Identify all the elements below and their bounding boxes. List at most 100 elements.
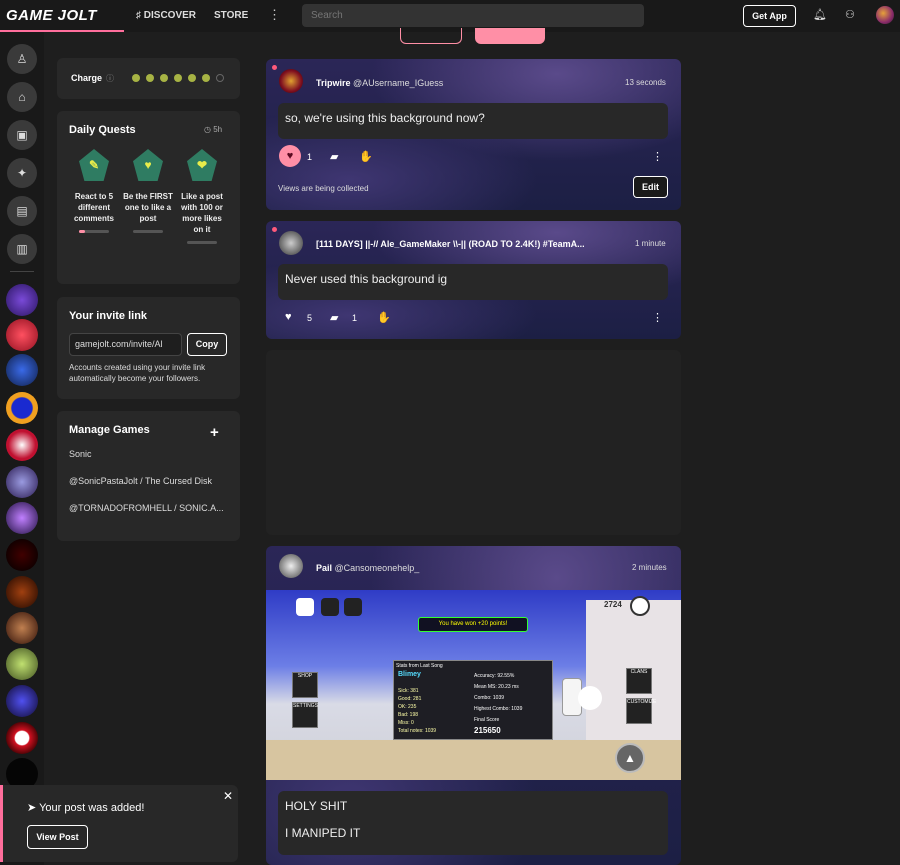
community-avatar[interactable] bbox=[6, 354, 38, 386]
get-app-button[interactable]: Get App bbox=[743, 5, 796, 27]
post-author-handle: @Cansomeonehelp_ bbox=[334, 563, 420, 573]
quest-progress-fill bbox=[79, 230, 85, 233]
backpack-icon[interactable]: ▣ bbox=[7, 120, 37, 150]
quest-item[interactable]: ✎ React to 5 different comments bbox=[69, 149, 119, 233]
close-icon[interactable]: ✕ bbox=[223, 789, 233, 803]
like-heart-icon[interactable]: ♥ bbox=[279, 145, 301, 167]
quest-heart-icon: ♥ bbox=[133, 149, 163, 181]
community-avatar[interactable] bbox=[6, 466, 38, 498]
quests-icon[interactable]: ✦ bbox=[7, 158, 37, 188]
search-input[interactable] bbox=[302, 4, 644, 27]
post-more-icon[interactable]: ⋮ bbox=[652, 150, 663, 163]
invite-link-field[interactable]: gamejolt.com/invite/Al bbox=[69, 333, 182, 356]
nav-store[interactable]: STORE bbox=[214, 10, 248, 21]
community-avatar[interactable] bbox=[6, 612, 38, 644]
like-heart-icon[interactable]: ♥ bbox=[285, 311, 292, 323]
quest-comment-icon: ✎ bbox=[79, 149, 109, 181]
tab-for-you[interactable] bbox=[400, 28, 462, 44]
copy-button[interactable]: Copy bbox=[187, 333, 227, 356]
shop-button: SHOP bbox=[292, 672, 318, 698]
jump-icon: ▲ bbox=[615, 743, 645, 773]
friends-icon[interactable]: ⚇ bbox=[845, 8, 855, 21]
feed-post[interactable]: Tripwire @AUsername_IGuess 13 seconds so… bbox=[266, 59, 681, 210]
post-avatar[interactable] bbox=[279, 554, 303, 578]
post-author-handle: @AUsername_IGuess bbox=[353, 78, 444, 88]
community-avatar[interactable] bbox=[6, 392, 38, 424]
feed-post[interactable]: [111 DAYS] ||-// Ale_GameMaker \\-|| (RO… bbox=[266, 221, 681, 339]
post-avatar[interactable] bbox=[279, 69, 303, 93]
character-prop bbox=[578, 686, 602, 710]
community-avatar[interactable] bbox=[6, 722, 38, 754]
post-body: so, we're using this background now? bbox=[278, 103, 668, 139]
post-image[interactable]: 2724 You have won +20 points! Stats from… bbox=[266, 590, 681, 780]
post-author[interactable]: Pail @Cansomeonehelp_ bbox=[316, 563, 419, 573]
post-more-icon[interactable]: ⋮ bbox=[652, 311, 663, 324]
community-avatar[interactable] bbox=[6, 319, 38, 351]
community-avatar[interactable] bbox=[6, 539, 38, 571]
unread-dot bbox=[272, 227, 277, 232]
add-game-icon[interactable]: + bbox=[210, 424, 219, 441]
community-avatar[interactable] bbox=[6, 284, 38, 316]
post-author[interactable]: Tripwire @AUsername_IGuess bbox=[316, 78, 443, 88]
game-item[interactable]: Sonic bbox=[69, 449, 92, 459]
community-avatar[interactable] bbox=[6, 685, 38, 717]
post-placeholder bbox=[266, 350, 681, 535]
tab-following[interactable] bbox=[475, 28, 545, 44]
community-avatar[interactable] bbox=[6, 648, 38, 680]
invite-title: Your invite link bbox=[69, 310, 148, 322]
game-item[interactable]: @SonicPastaJolt / The Cursed Disk bbox=[69, 476, 212, 486]
post-time: 2 minutes bbox=[632, 563, 667, 572]
community-avatar[interactable] bbox=[6, 429, 38, 461]
edit-button[interactable]: Edit bbox=[633, 176, 668, 198]
like-count: 1 bbox=[307, 152, 313, 162]
more-menu-icon[interactable]: ⋮ bbox=[268, 7, 281, 23]
charge-orb bbox=[174, 74, 182, 82]
stat-line: Miss: 0 bbox=[398, 720, 414, 726]
view-post-button[interactable]: View Post bbox=[27, 825, 88, 849]
like-count: 5 bbox=[307, 313, 313, 323]
bell-icon[interactable]: 🔔︎ bbox=[813, 8, 827, 21]
toast-message-text: Your post was added! bbox=[39, 802, 145, 814]
clans-button: CLANS bbox=[626, 668, 652, 694]
discover-icon: ♯ bbox=[136, 10, 144, 21]
post-time: 13 seconds bbox=[625, 78, 666, 87]
community-avatar[interactable] bbox=[6, 576, 38, 608]
clock-icon: ◷ bbox=[204, 125, 214, 134]
nav-discover-label: DISCOVER bbox=[143, 10, 197, 21]
sticker-icon[interactable]: ✋ bbox=[359, 150, 373, 163]
shop-icon[interactable]: ⌂ bbox=[7, 82, 37, 112]
settings-button: SETTINGS bbox=[292, 702, 318, 728]
comment-icon[interactable]: ▰ bbox=[330, 150, 338, 163]
post-author-name: Pail bbox=[316, 563, 333, 573]
stat-line: Bad: 198 bbox=[398, 712, 419, 718]
sticker-icon[interactable]: ✋ bbox=[377, 311, 391, 324]
gamejolt-logo[interactable]: GAME JOLT bbox=[6, 7, 97, 24]
stats-title: Stats from Last Song bbox=[396, 663, 443, 669]
post-body: HOLY SHIT I MANIPED IT bbox=[278, 791, 668, 855]
community-avatar[interactable] bbox=[6, 502, 38, 534]
comment-icon[interactable]: ▰ bbox=[330, 311, 338, 324]
quests-title: Daily Quests bbox=[69, 124, 136, 136]
feed-post[interactable]: Pail @Cansomeonehelp_ 2 minutes 2724 You… bbox=[266, 546, 681, 865]
charge-orb bbox=[132, 74, 140, 82]
quest-item[interactable]: ❤ Like a post with 100 or more likes on … bbox=[177, 149, 227, 244]
user-avatar[interactable] bbox=[876, 6, 894, 24]
nav-discover[interactable]: ♯ DISCOVER bbox=[136, 10, 196, 21]
quest-progress bbox=[187, 241, 217, 244]
games-icon[interactable]: ▥ bbox=[7, 234, 37, 264]
shop-label: SHOP bbox=[297, 673, 313, 679]
joltydex-icon[interactable]: ♙ bbox=[7, 44, 37, 74]
post-avatar[interactable] bbox=[279, 231, 303, 255]
post-author-name[interactable]: [111 DAYS] ||-// Ale_GameMaker \\-|| (RO… bbox=[316, 239, 585, 249]
info-icon[interactable]: ⓘ bbox=[106, 73, 114, 84]
stat-line: Total notes: 1039 bbox=[398, 728, 437, 734]
send-icon: ➤ bbox=[27, 802, 40, 814]
game-item[interactable]: @TORNADOFROMHELL / SONIC.A... bbox=[69, 503, 224, 513]
stats-panel: Stats from Last Song Blimey Sick: 381 Go… bbox=[393, 660, 553, 740]
post-added-toast: ➤ Your post was added! ✕ View Post bbox=[0, 785, 238, 862]
unread-dot bbox=[272, 65, 277, 70]
library-icon[interactable]: ▤ bbox=[7, 196, 37, 226]
final-score-label: Final Score bbox=[474, 717, 500, 723]
quest-item[interactable]: ♥ Be the FIRST one to like a post bbox=[123, 149, 173, 233]
post-body: Never used this background ig bbox=[278, 264, 668, 300]
